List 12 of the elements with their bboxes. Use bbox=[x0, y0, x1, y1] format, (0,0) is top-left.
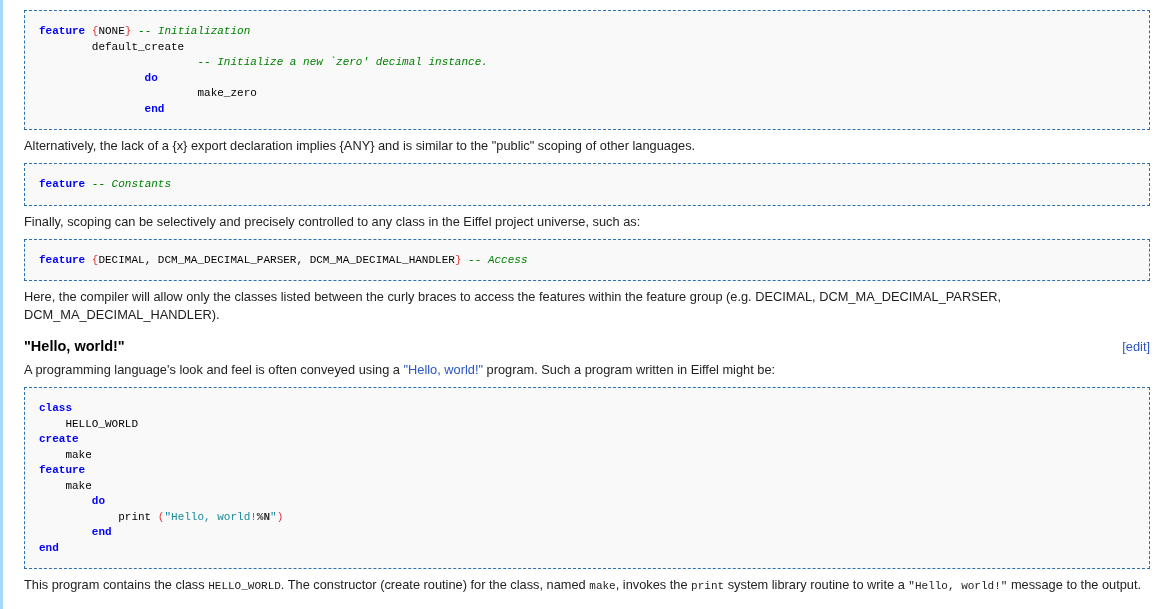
section-heading: "Hello, world!" bbox=[24, 338, 125, 354]
paragraph: Finally, scoping can be selectively and precisely controlled to any class in the Eiffel project universe, such as: bbox=[24, 212, 642, 231]
code-block: feature {NONE} -- Initialization default_create -- Initialize a new `zero' decimal instance. do make_zero end bbox=[24, 10, 1150, 130]
paragraph: This program contains the class HELLO_WORLD. The constructor (create routine) for the class, named make, invokes the print system library routine to write a "Hello, world!" message to the output. bbox=[24, 576, 1143, 594]
paragraph: Here, the compiler will allow only the classes listed between the curly braces to access the features within the feature group (e.g. DECIMAL, DCM_MA_DECIMAL_PARSER, DCM_MA_DECIMAL_HANDLER). bbox=[24, 288, 1002, 324]
link[interactable]: "Hello, world!" bbox=[403, 362, 483, 377]
code-block: class HELLO_WORLD create make feature make do print ("Hello, world!%N") end end bbox=[24, 387, 1150, 569]
paragraph: Alternatively, the lack of a {x} export declaration implies {ANY} and is similar to the "public" scoping of other languages. bbox=[24, 137, 697, 155]
code-block: feature -- Constants bbox=[24, 163, 1150, 206]
code-block: feature {DECIMAL, DCM_MA_DECIMAL_PARSER, DCM_MA_DECIMAL_HANDLER} -- Access bbox=[24, 238, 1150, 281]
paragraph: A programming language's look and feel is often conveyed using a "Hello, world!" program. Such a program written in Eiffel might be: bbox=[24, 361, 777, 379]
edit-link[interactable]: [edit] bbox=[1122, 339, 1150, 354]
